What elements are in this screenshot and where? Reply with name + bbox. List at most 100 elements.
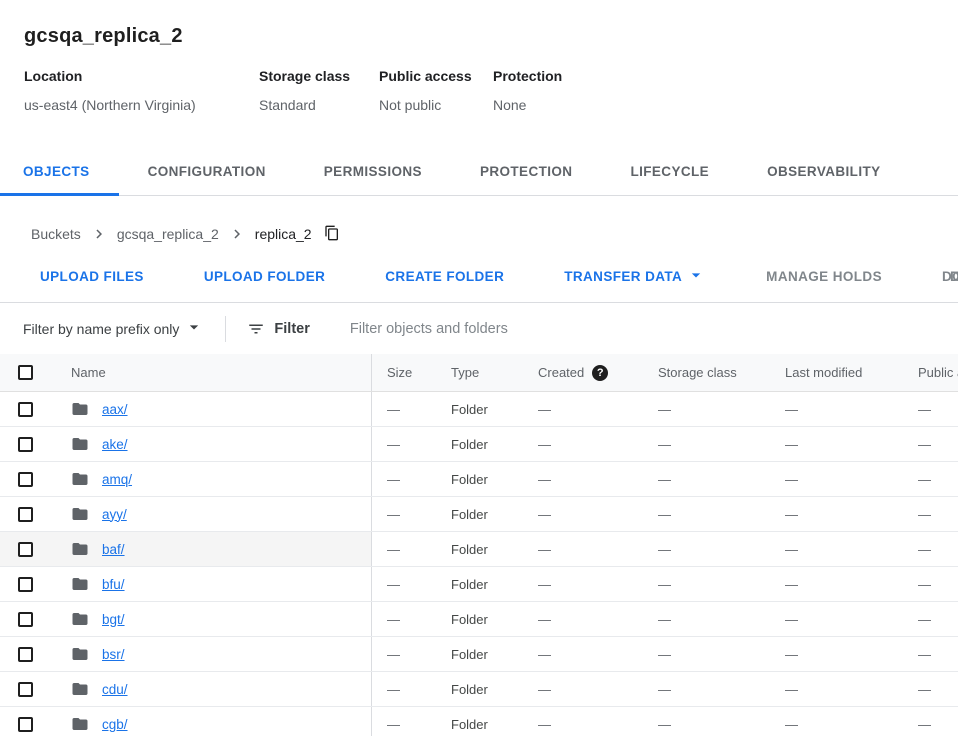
column-header-type: Type: [451, 354, 538, 391]
arrow-drop-down-icon: [686, 265, 706, 288]
meta-value: Standard: [259, 97, 379, 113]
created-cell: —: [538, 672, 658, 706]
meta-label: Protection: [493, 68, 562, 84]
last-modified-cell: —: [785, 497, 918, 531]
storage-class-cell: —: [658, 497, 785, 531]
storage-class-cell: —: [658, 672, 785, 706]
size-cell: —: [372, 497, 451, 531]
create-folder-button[interactable]: CREATE FOLDER: [363, 258, 526, 294]
last-modified-cell: —: [785, 567, 918, 601]
storage-class-cell: —: [658, 637, 785, 671]
bucket-header: gcsqa_replica_2 Location us-east4 (North…: [0, 0, 958, 113]
column-header-last-modified: Last modified: [785, 354, 918, 391]
public-access-cell: —: [918, 427, 958, 461]
meta-label: Storage class: [259, 68, 379, 84]
page-title: gcsqa_replica_2: [24, 25, 958, 48]
tab-configuration[interactable]: CONFIGURATION: [119, 148, 295, 195]
size-cell: —: [372, 637, 451, 671]
table-row: baf/ — Folder — — — —: [0, 532, 958, 567]
last-modified-cell: —: [785, 672, 918, 706]
size-cell: —: [372, 602, 451, 636]
row-checkbox[interactable]: [18, 612, 33, 627]
public-access-cell: —: [918, 532, 958, 566]
created-cell: —: [538, 392, 658, 426]
filter-scope-label: Filter by name prefix only: [23, 321, 179, 337]
folder-link[interactable]: cdu/: [102, 682, 128, 697]
size-cell: —: [372, 532, 451, 566]
tab-objects[interactable]: OBJECTS: [0, 148, 119, 195]
table-header-row: Name Size Type Created ? Storage class L…: [0, 354, 958, 392]
storage-class-cell: —: [658, 427, 785, 461]
filter-word: Filter: [274, 321, 309, 337]
table-row: cdu/ — Folder — — — —: [0, 672, 958, 707]
upload-folder-button[interactable]: UPLOAD FOLDER: [182, 258, 347, 294]
help-icon[interactable]: ?: [592, 365, 608, 381]
folder-link[interactable]: bfu/: [102, 577, 125, 592]
last-modified-cell: —: [785, 532, 918, 566]
meta-protection: Protection None: [493, 68, 562, 113]
meta-label: Public access: [379, 68, 493, 84]
folder-link[interactable]: aax/: [102, 402, 128, 417]
created-cell: —: [538, 602, 658, 636]
folder-link[interactable]: bsr/: [102, 647, 125, 662]
meta-value: us-east4 (Northern Virginia): [24, 97, 259, 113]
filter-objects-input[interactable]: [350, 321, 780, 337]
folder-icon: [71, 470, 89, 488]
tab-bar: OBJECTS CONFIGURATION PERMISSIONS PROTEC…: [0, 148, 958, 196]
row-checkbox[interactable]: [18, 542, 33, 557]
row-checkbox[interactable]: [18, 647, 33, 662]
folder-icon: [71, 645, 89, 663]
breadcrumb-buckets[interactable]: Buckets: [31, 226, 81, 242]
manage-holds-button[interactable]: MANAGE HOLDS: [744, 258, 904, 294]
objects-table: Name Size Type Created ? Storage class L…: [0, 354, 958, 736]
folder-link[interactable]: ayy/: [102, 507, 127, 522]
folder-icon: [71, 540, 89, 558]
size-cell: —: [372, 567, 451, 601]
folder-icon: [71, 505, 89, 523]
type-cell: Folder: [451, 602, 538, 636]
row-checkbox[interactable]: [18, 402, 33, 417]
select-all-checkbox[interactable]: [18, 365, 33, 380]
table-row: amq/ — Folder — — — —: [0, 462, 958, 497]
tab-permissions[interactable]: PERMISSIONS: [295, 148, 451, 195]
public-access-cell: —: [918, 707, 958, 736]
type-cell: Folder: [451, 672, 538, 706]
created-cell: —: [538, 637, 658, 671]
folder-link[interactable]: bgt/: [102, 612, 125, 627]
folder-icon: [71, 715, 89, 733]
folder-link[interactable]: baf/: [102, 542, 125, 557]
breadcrumb-bucket-name[interactable]: gcsqa_replica_2: [117, 226, 219, 242]
chevron-right-icon: [228, 225, 246, 243]
row-checkbox[interactable]: [18, 472, 33, 487]
folder-link[interactable]: amq/: [102, 472, 132, 487]
type-cell: Folder: [451, 532, 538, 566]
row-checkbox[interactable]: [18, 577, 33, 592]
public-access-cell: —: [918, 567, 958, 601]
column-header-created: Created ?: [538, 354, 658, 391]
row-checkbox[interactable]: [18, 437, 33, 452]
transfer-data-label: TRANSFER DATA: [564, 269, 682, 284]
type-cell: Folder: [451, 497, 538, 531]
storage-class-cell: —: [658, 567, 785, 601]
arrow-drop-down-icon: [184, 317, 204, 340]
folder-link[interactable]: ake/: [102, 437, 128, 452]
content-copy-icon: [324, 225, 340, 244]
transfer-data-button[interactable]: TRANSFER DATA: [542, 258, 728, 294]
delete-button[interactable]: DELETE: [928, 258, 958, 294]
type-cell: Folder: [451, 637, 538, 671]
created-cell: —: [538, 462, 658, 496]
row-checkbox[interactable]: [18, 717, 33, 732]
filter-scope-dropdown[interactable]: Filter by name prefix only: [23, 317, 204, 340]
tab-observability[interactable]: OBSERVABILITY: [738, 148, 909, 195]
breadcrumb-current-folder: replica_2: [255, 226, 312, 242]
last-modified-cell: —: [785, 462, 918, 496]
row-checkbox[interactable]: [18, 682, 33, 697]
row-checkbox[interactable]: [18, 507, 33, 522]
copy-path-button[interactable]: [324, 225, 340, 244]
meta-value: None: [493, 97, 562, 113]
tab-lifecycle[interactable]: LIFECYCLE: [601, 148, 738, 195]
upload-files-button[interactable]: UPLOAD FILES: [18, 258, 166, 294]
size-cell: —: [372, 707, 451, 736]
folder-link[interactable]: cgb/: [102, 717, 128, 732]
tab-protection[interactable]: PROTECTION: [451, 148, 602, 195]
